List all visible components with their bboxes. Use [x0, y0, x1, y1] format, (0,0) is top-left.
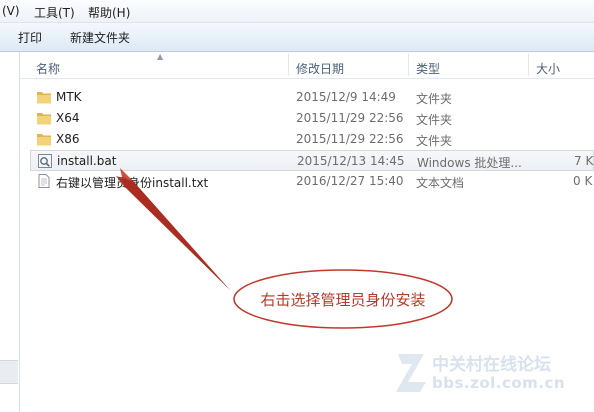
- watermark-title: 中关村在线论坛: [432, 355, 551, 375]
- watermark: 中关村在线论坛 bbs.zol.com.cn: [392, 340, 592, 410]
- annotation-callout: 右击选择管理员身份安装: [232, 268, 454, 330]
- annotation-text: 右击选择管理员身份安装: [260, 290, 426, 309]
- zol-logo-icon: [396, 354, 426, 392]
- watermark-url: bbs.zol.com.cn: [432, 374, 566, 392]
